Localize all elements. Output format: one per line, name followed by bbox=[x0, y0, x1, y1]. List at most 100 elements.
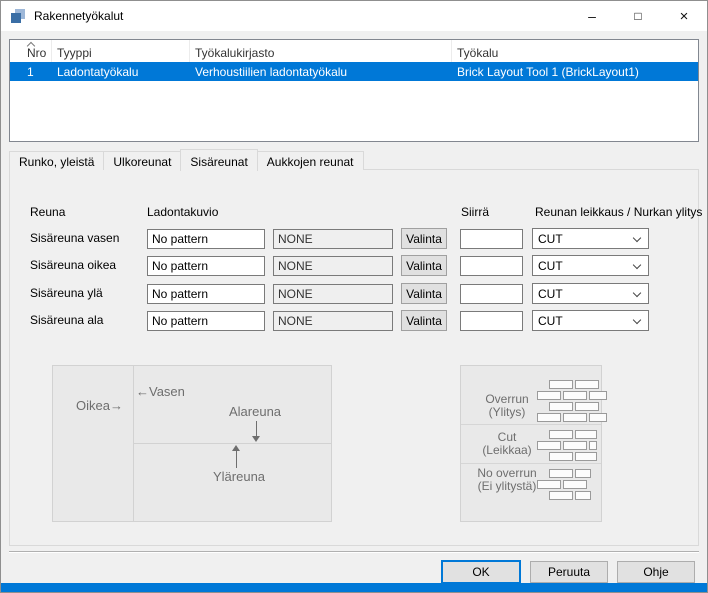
tab-sisareunat[interactable]: Sisäreunat bbox=[180, 149, 257, 171]
maximize-button[interactable]: □ bbox=[615, 1, 661, 31]
brick bbox=[575, 380, 599, 389]
up-arrow-icon bbox=[236, 451, 237, 468]
brick bbox=[537, 441, 561, 450]
offset-input[interactable] bbox=[460, 229, 523, 249]
brick bbox=[589, 391, 607, 400]
chevron-down-icon bbox=[633, 289, 641, 297]
form-col-header-ladontakuvio: Ladontakuvio bbox=[147, 205, 218, 219]
edge-row-label: Sisäreuna ala bbox=[30, 310, 103, 331]
chevron-down-icon bbox=[633, 234, 641, 242]
down-arrow-icon bbox=[256, 421, 257, 437]
cut-dropdown-value: CUT bbox=[538, 259, 563, 273]
cell-tyokalukirjasto: Verhoustiilien ladontatyökalu bbox=[190, 65, 452, 79]
brick bbox=[575, 430, 597, 439]
cell-nro: 1 bbox=[10, 65, 52, 79]
library-input[interactable] bbox=[273, 256, 393, 276]
form-row-yla: Sisäreuna ylä Valinta CUT bbox=[10, 283, 698, 305]
column-header-nro[interactable]: Nro bbox=[10, 40, 52, 62]
pattern-input[interactable] bbox=[147, 256, 265, 276]
tab-aukkojen-reunat[interactable]: Aukkojen reunat bbox=[257, 151, 364, 170]
brick bbox=[549, 402, 573, 411]
tab-panel-sisareunat: Reuna Ladontakuvio Siirrä Reunan leikkau… bbox=[9, 169, 699, 546]
cut-dropdown[interactable]: CUT bbox=[532, 255, 649, 276]
brick bbox=[549, 380, 573, 389]
tool-row[interactable]: 1 Ladontatyökalu Verhoustiilien ladontat… bbox=[10, 62, 698, 81]
overrun-diagram: Overrun (Ylitys) Cut (Leikkaa) No overru… bbox=[460, 365, 602, 522]
edge-row-label: Sisäreuna vasen bbox=[30, 228, 119, 249]
offset-input[interactable] bbox=[460, 284, 523, 304]
chevron-down-icon bbox=[633, 316, 641, 324]
close-button[interactable]: × bbox=[661, 1, 707, 31]
column-header-tyokalukirjasto[interactable]: Työkalukirjasto bbox=[190, 40, 452, 62]
library-input[interactable] bbox=[273, 284, 393, 304]
form-col-header-leikkaus: Reunan leikkaus / Nurkan ylitys bbox=[535, 205, 702, 219]
chevron-down-icon bbox=[633, 261, 641, 269]
column-header-tyokalu[interactable]: Työkalu bbox=[452, 40, 698, 62]
help-button[interactable]: Ohje bbox=[617, 561, 695, 583]
pattern-input[interactable] bbox=[147, 311, 265, 331]
cut-dropdown-value: CUT bbox=[538, 287, 563, 301]
footer-separator bbox=[9, 551, 699, 553]
brick bbox=[549, 491, 573, 500]
brick bbox=[563, 480, 587, 489]
minimize-button[interactable]: – bbox=[569, 1, 615, 31]
tab-strip: Runko, yleistä Ulkoreunat Sisäreunat Auk… bbox=[9, 149, 364, 170]
form-row-oikea: Sisäreuna oikea Valinta CUT bbox=[10, 255, 698, 277]
cut-dropdown[interactable]: CUT bbox=[532, 228, 649, 249]
title-bar: Rakennetyökalut – □ × bbox=[1, 1, 707, 31]
form-col-header-siirra: Siirrä bbox=[461, 205, 489, 219]
window-title: Rakennetyökalut bbox=[34, 9, 123, 23]
form-row-vasen: Sisäreuna vasen Valinta CUT bbox=[10, 228, 698, 250]
edge-label-alareuna: Alareuna bbox=[229, 404, 281, 419]
nooverrun-label-1: No overrun bbox=[461, 466, 553, 480]
brick bbox=[549, 430, 573, 439]
cut-dropdown-value: CUT bbox=[538, 314, 563, 328]
brick bbox=[563, 391, 587, 400]
tool-list-header: Nro Tyyppi Työkalukirjasto Työkalu bbox=[10, 40, 698, 62]
offset-input[interactable] bbox=[460, 311, 523, 331]
cut-dropdown-value: CUT bbox=[538, 232, 563, 246]
edge-row-label: Sisäreuna ylä bbox=[30, 283, 103, 304]
library-input[interactable] bbox=[273, 311, 393, 331]
library-input[interactable] bbox=[273, 229, 393, 249]
brick bbox=[563, 441, 587, 450]
brick bbox=[589, 441, 597, 450]
cell-tyokalu: Brick Layout Tool 1 (BrickLayout1) bbox=[452, 65, 698, 79]
app-icon bbox=[10, 8, 26, 24]
edge-diagram: Oikea→ ←Vasen Alareuna Yläreuna bbox=[52, 365, 332, 522]
pattern-input[interactable] bbox=[147, 229, 265, 249]
select-pattern-button[interactable]: Valinta bbox=[401, 255, 447, 276]
tab-runko-yleista[interactable]: Runko, yleistä bbox=[9, 151, 104, 170]
brick bbox=[563, 413, 587, 422]
brick bbox=[549, 452, 573, 461]
cell-tyyppi: Ladontatyökalu bbox=[52, 65, 190, 79]
brick bbox=[537, 480, 561, 489]
edge-label-vasen: ←Vasen bbox=[136, 384, 185, 399]
tab-ulkoreunat[interactable]: Ulkoreunat bbox=[103, 151, 181, 170]
brick bbox=[537, 413, 561, 422]
accent-strip bbox=[1, 583, 707, 592]
edge-label-oikea: Oikea→ bbox=[76, 398, 123, 413]
form-row-ala: Sisäreuna ala Valinta CUT bbox=[10, 310, 698, 332]
brick bbox=[549, 469, 573, 478]
brick bbox=[575, 452, 597, 461]
edge-label-ylareuna: Yläreuna bbox=[213, 469, 265, 484]
select-pattern-button[interactable]: Valinta bbox=[401, 228, 447, 249]
brick bbox=[589, 413, 607, 422]
brick bbox=[575, 402, 599, 411]
form-col-header-reuna: Reuna bbox=[30, 205, 65, 219]
dialog-window: Rakennetyökalut – □ × Nro Tyyppi Työkalu… bbox=[0, 0, 708, 593]
tool-list: Nro Tyyppi Työkalukirjasto Työkalu 1 Lad… bbox=[9, 39, 699, 142]
select-pattern-button[interactable]: Valinta bbox=[401, 283, 447, 304]
edge-row-label: Sisäreuna oikea bbox=[30, 255, 116, 276]
ok-button[interactable]: OK bbox=[441, 560, 521, 584]
cut-dropdown[interactable]: CUT bbox=[532, 283, 649, 304]
cancel-button[interactable]: Peruuta bbox=[530, 561, 608, 583]
column-header-tyyppi[interactable]: Tyyppi bbox=[52, 40, 190, 62]
brick bbox=[575, 469, 591, 478]
offset-input[interactable] bbox=[460, 256, 523, 276]
cut-dropdown[interactable]: CUT bbox=[532, 310, 649, 331]
select-pattern-button[interactable]: Valinta bbox=[401, 310, 447, 331]
brick bbox=[575, 491, 591, 500]
pattern-input[interactable] bbox=[147, 284, 265, 304]
